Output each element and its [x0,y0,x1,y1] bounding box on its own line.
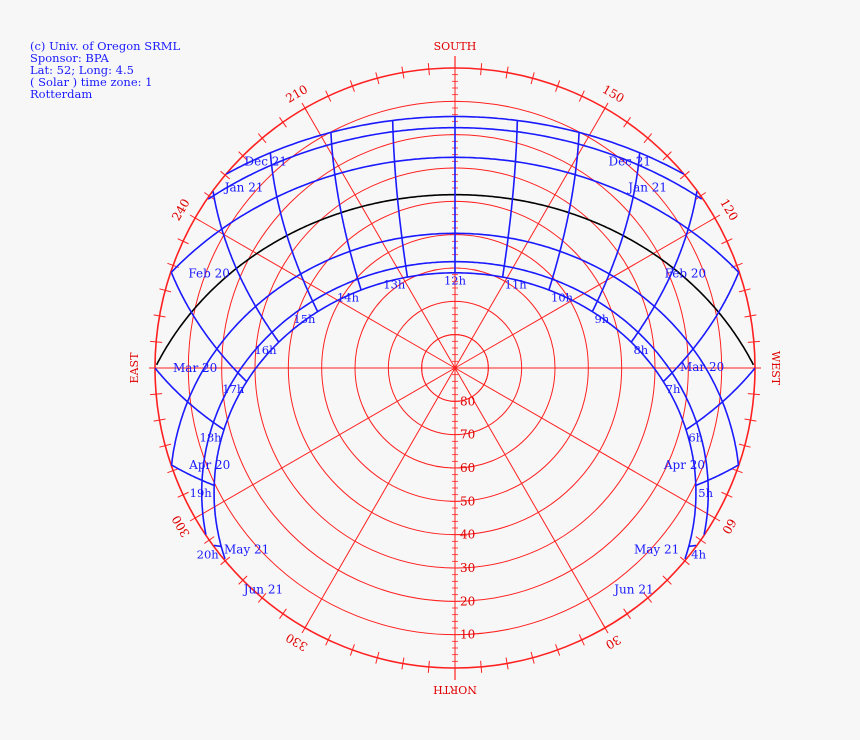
hour-label: 5h [698,486,713,500]
hour-label: 15h [293,312,316,326]
south-label: SOUTH [434,40,477,53]
azimuth-tick [189,514,201,522]
date-label-right: Mar 20 [173,361,217,375]
date-label-right: Apr 20 [188,458,230,472]
date-label-left: Jun 21 [612,582,653,596]
hour-label: 10h [551,291,574,305]
date-label-left: Apr 20 [663,458,705,472]
elevation-label: 40 [460,528,475,542]
azimuth-tick [301,622,309,634]
azimuth-tick [695,536,706,544]
elevation-label: 70 [460,428,475,442]
azimuth-tick [601,102,609,114]
date-label-right: Jan 21 [223,181,264,195]
azimuth-tick [427,660,430,673]
hour-label: 16h [254,343,277,357]
west-label: WEST [769,351,782,386]
date-label-left: Feb 20 [665,266,707,280]
azimuth-tick [709,214,721,222]
hour-label: 17h [222,382,245,396]
hour-label: 6h [688,430,703,444]
azimuth-label: 300 [169,513,193,540]
azimuth-label: 330 [283,630,310,654]
azimuth-tick [279,608,287,619]
azimuth-tick [601,622,609,634]
azimuth-label: 150 [600,82,627,106]
date-label-left: Dec 21 [608,155,651,169]
azimuth-label: 210 [283,82,310,106]
azimuth-tick [709,514,721,522]
date-label-right: Dec 21 [245,155,288,169]
hour-line [213,544,221,548]
hour-label: 13h [383,278,406,292]
hour-label: 20h [197,547,220,561]
elevation-label: 60 [460,461,475,475]
hour-label: 12h [444,273,467,287]
azimuth-tick [427,63,430,76]
east-label: EAST [128,352,141,384]
azimuth-label: 240 [169,196,193,223]
elevation-label: 50 [460,494,475,508]
hour-label: 14h [337,291,360,305]
azimuth-tick [189,214,201,222]
hour-label: 8h [633,343,648,357]
azimuth-tick [204,536,215,544]
azimuth-tick [747,393,760,396]
elevation-label: 10 [460,628,475,642]
azimuth-label: 120 [717,196,741,223]
hour-label: 11h [505,278,528,292]
date-label-right: May 21 [224,542,269,556]
azimuth-label: 60 [719,516,739,536]
azimuth-tick [747,340,760,343]
elevation-label: 20 [460,594,475,608]
azimuth-tick [480,660,483,673]
elevation-label: 30 [460,561,475,575]
date-label-left: Jan 21 [626,181,667,195]
azimuth-tick [623,117,631,128]
azimuth-tick [480,63,483,76]
azimuth-tick [150,340,163,343]
hour-line [689,544,697,548]
date-label-right: Feb 20 [188,266,230,280]
azimuth-tick [279,117,287,128]
date-label-left: Mar 20 [680,360,724,374]
hour-label: 19h [190,486,213,500]
azimuth-tick [301,102,309,114]
date-label-right: Jun 21 [242,582,283,596]
azimuth-tick [623,608,631,619]
date-label-left: May 21 [634,542,679,556]
azimuth-tick [150,393,163,396]
hour-label: 9h [595,312,610,326]
hour-label: 18h [200,430,223,444]
hour-label: 4h [691,547,706,561]
azimuth-label: 30 [603,632,623,652]
north-label: NORTH [433,683,477,696]
hour-label: 7h [666,382,681,396]
sun-path-chart: 10203040506070803060120150210240300330SO… [128,40,782,696]
